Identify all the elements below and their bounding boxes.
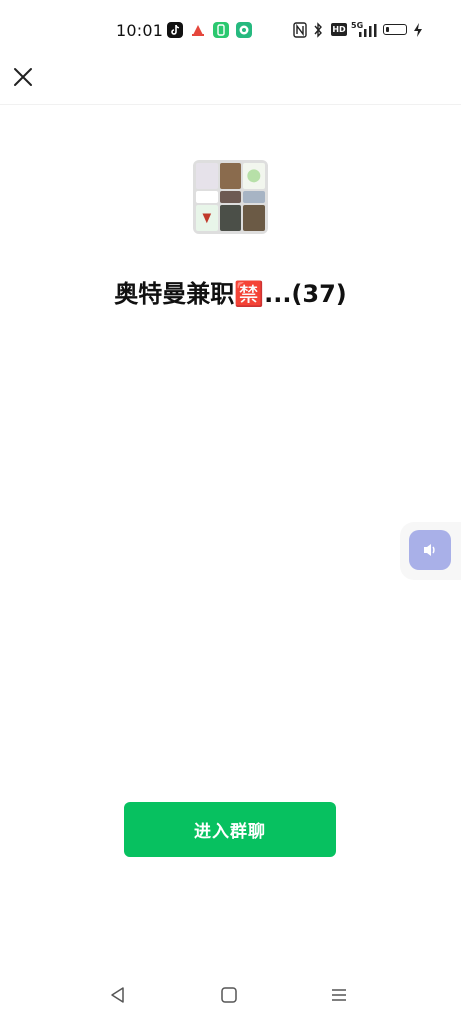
- status-time: 10:01: [116, 21, 164, 40]
- charging-icon: [414, 23, 422, 37]
- avatar-cell: [196, 205, 218, 231]
- avatar-cell: [243, 205, 265, 231]
- tiktok-icon: [167, 22, 183, 38]
- floating-audio-button[interactable]: [409, 530, 451, 570]
- home-nav-icon[interactable]: [219, 985, 239, 1005]
- close-icon[interactable]: [12, 66, 34, 88]
- app-a-icon: [190, 22, 206, 38]
- back-nav-icon[interactable]: [108, 985, 128, 1005]
- avatar-cell: [243, 190, 265, 204]
- avatar-cell: [196, 163, 218, 189]
- hd-icon: HD: [331, 23, 347, 36]
- nfc-icon: [293, 22, 307, 38]
- avatar-cell: [219, 163, 242, 189]
- bluetooth-icon: [314, 22, 322, 38]
- speaker-icon: [424, 544, 435, 556]
- group-name: 奥特曼兼职🈲...(37): [114, 280, 347, 308]
- 5g-signal-icon: [359, 24, 377, 37]
- header-divider: [0, 104, 461, 105]
- status-bar: 10:01 HD 5G: [0, 0, 461, 60]
- battery-icon: [383, 24, 407, 35]
- avatar-cell: [243, 163, 265, 189]
- join-group-button[interactable]: 进入群聊: [124, 802, 336, 857]
- group-invite-screen: 10:01 HD 5G 奥特曼兼职🈲...(37) 进入群聊: [0, 0, 461, 1024]
- app-b-icon: [213, 22, 229, 38]
- menu-nav-icon[interactable]: [329, 985, 349, 1005]
- avatar-cell: [196, 190, 218, 204]
- avatar-cell: [219, 190, 242, 204]
- app-c-icon: [236, 22, 252, 38]
- group-avatar: [193, 160, 268, 234]
- avatar-cell: [219, 205, 242, 231]
